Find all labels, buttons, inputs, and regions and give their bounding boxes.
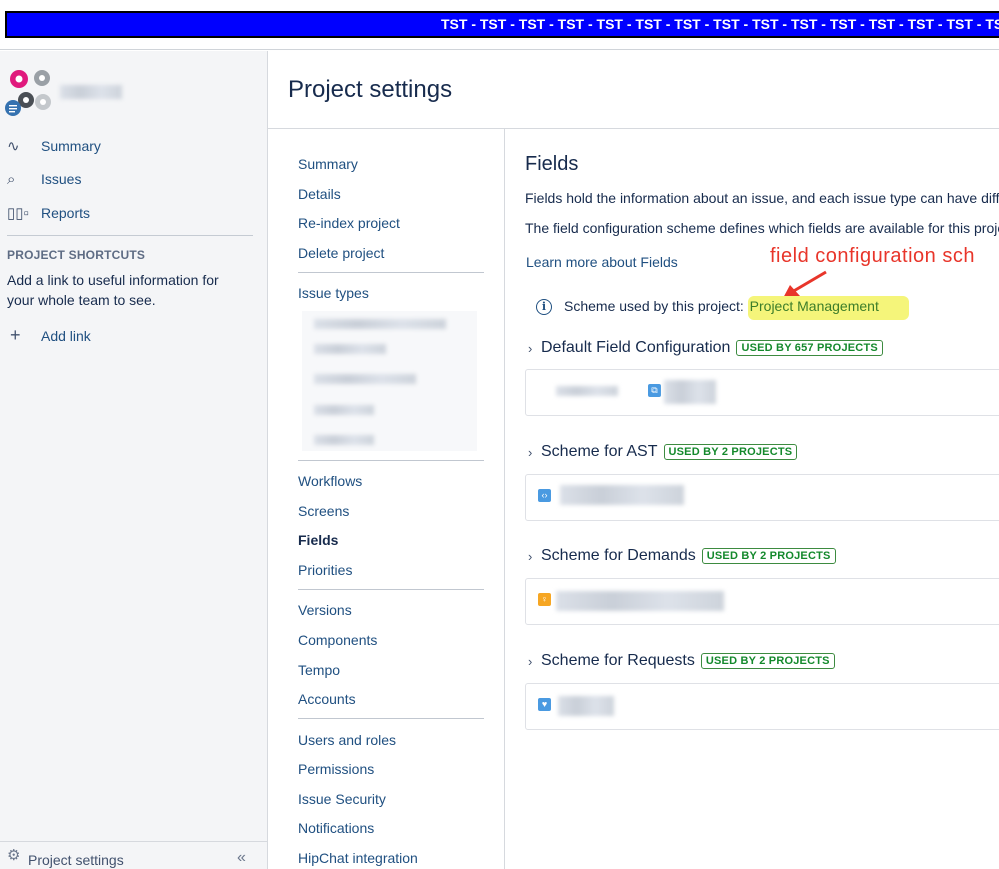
fields-description: Fields hold the information about an iss…: [525, 190, 999, 206]
info-icon: i: [536, 299, 552, 315]
usage-badge: USED BY 2 PROJECTS: [663, 444, 798, 460]
plus-icon: +: [10, 325, 21, 345]
config-body: ‹›: [525, 474, 999, 521]
settings-nav-permissions[interactable]: Permissions: [298, 761, 374, 777]
learn-more-link[interactable]: Learn more about Fields: [526, 254, 678, 270]
shortcuts-description: Add a link to useful information for you…: [7, 272, 219, 308]
usage-badge: USED BY 657 PROJECTS: [736, 340, 883, 356]
settings-nav-notifications[interactable]: Notifications: [298, 820, 374, 836]
fields-heading: Fields: [525, 153, 579, 175]
config-body: ⧉: [525, 369, 999, 416]
project-name-redacted: [60, 85, 122, 99]
page-title: Project settings: [288, 76, 453, 103]
config-header-requests[interactable]: › Scheme for Requests USED BY 2 PROJECTS: [528, 652, 835, 670]
settings-nav-delete[interactable]: Delete project: [298, 245, 384, 261]
project-avatar-icon[interactable]: [5, 65, 57, 117]
settings-nav-workflows[interactable]: Workflows: [298, 473, 362, 489]
chevron-right-icon: ›: [528, 548, 533, 564]
scheme-name-link[interactable]: Project Management: [747, 296, 909, 320]
sidebar-divider: [7, 235, 253, 236]
project-settings-link[interactable]: Project settings: [28, 852, 124, 868]
issue-type-icon: ⧉: [648, 384, 661, 397]
scheme-used-line: Scheme used by this project: Project Man…: [564, 296, 909, 320]
nav-divider: [298, 460, 484, 461]
issue-type-icon: ♥: [538, 698, 551, 711]
settings-nav-summary[interactable]: Summary: [298, 156, 358, 172]
sidebar-footer: ⚙ Project settings «: [0, 841, 268, 869]
issue-type-icon: ‹›: [538, 489, 551, 502]
settings-nav-reindex[interactable]: Re-index project: [298, 215, 400, 231]
settings-nav-tempo[interactable]: Tempo: [298, 662, 340, 678]
settings-nav-details[interactable]: Details: [298, 186, 341, 202]
search-list-icon: ⌕: [7, 170, 16, 188]
sidebar-item-summary[interactable]: ∿ Summary: [7, 135, 101, 157]
settings-nav-issue-types[interactable]: Issue types: [298, 285, 369, 301]
config-body: ♥: [525, 683, 999, 730]
settings-nav-hipchat[interactable]: HipChat integration: [298, 850, 418, 866]
collapse-sidebar-icon[interactable]: «: [237, 849, 246, 867]
project-sidebar: ∿ Summary ⌕ Issues ▯▯▫ Reports PROJECT S…: [0, 51, 268, 869]
environment-banner: TST - TST - TST - TST - TST - TST - TST …: [5, 11, 999, 38]
usage-badge: USED BY 2 PROJECTS: [700, 653, 835, 669]
scheme-description: The field configuration scheme defines w…: [525, 220, 999, 236]
settings-nav-priorities[interactable]: Priorities: [298, 562, 352, 578]
nav-divider: [298, 589, 484, 590]
config-body: ♀: [525, 578, 999, 625]
settings-nav-accounts[interactable]: Accounts: [298, 691, 356, 707]
banner-area: TST - TST - TST - TST - TST - TST - TST …: [0, 0, 999, 50]
issue-types-redacted: [302, 311, 477, 451]
chevron-right-icon: ›: [528, 340, 533, 356]
settings-nav-users-roles[interactable]: Users and roles: [298, 732, 396, 748]
nav-divider: [298, 718, 484, 719]
issue-type-icon: ♀: [538, 593, 551, 606]
bar-chart-icon: ▯▯▫: [7, 205, 29, 222]
gear-icon: ⚙: [7, 847, 21, 864]
add-link-button[interactable]: + Add link: [10, 325, 91, 346]
settings-nav-issue-security[interactable]: Issue Security: [298, 791, 386, 807]
chevron-right-icon: ›: [528, 653, 533, 669]
config-header-default[interactable]: › Default Field Configuration USED BY 65…: [528, 339, 883, 357]
annotation-text: field configuration sch: [770, 245, 975, 267]
settings-nav: Summary Details Re-index project Delete …: [268, 129, 505, 869]
settings-nav-fields[interactable]: Fields: [298, 532, 338, 548]
settings-nav-screens[interactable]: Screens: [298, 503, 349, 519]
chevron-right-icon: ›: [528, 444, 533, 460]
sidebar-item-issues[interactable]: ⌕ Issues: [7, 168, 81, 190]
config-header-demands[interactable]: › Scheme for Demands USED BY 2 PROJECTS: [528, 547, 836, 565]
nav-divider: [298, 272, 484, 273]
usage-badge: USED BY 2 PROJECTS: [701, 548, 836, 564]
shortcuts-heading: PROJECT SHORTCUTS: [7, 248, 146, 262]
settings-nav-components[interactable]: Components: [298, 632, 377, 648]
sidebar-item-reports[interactable]: ▯▯▫ Reports: [7, 202, 90, 224]
settings-nav-versions[interactable]: Versions: [298, 602, 352, 618]
pulse-icon: ∿: [7, 138, 20, 155]
config-header-ast[interactable]: › Scheme for AST USED BY 2 PROJECTS: [528, 443, 798, 461]
